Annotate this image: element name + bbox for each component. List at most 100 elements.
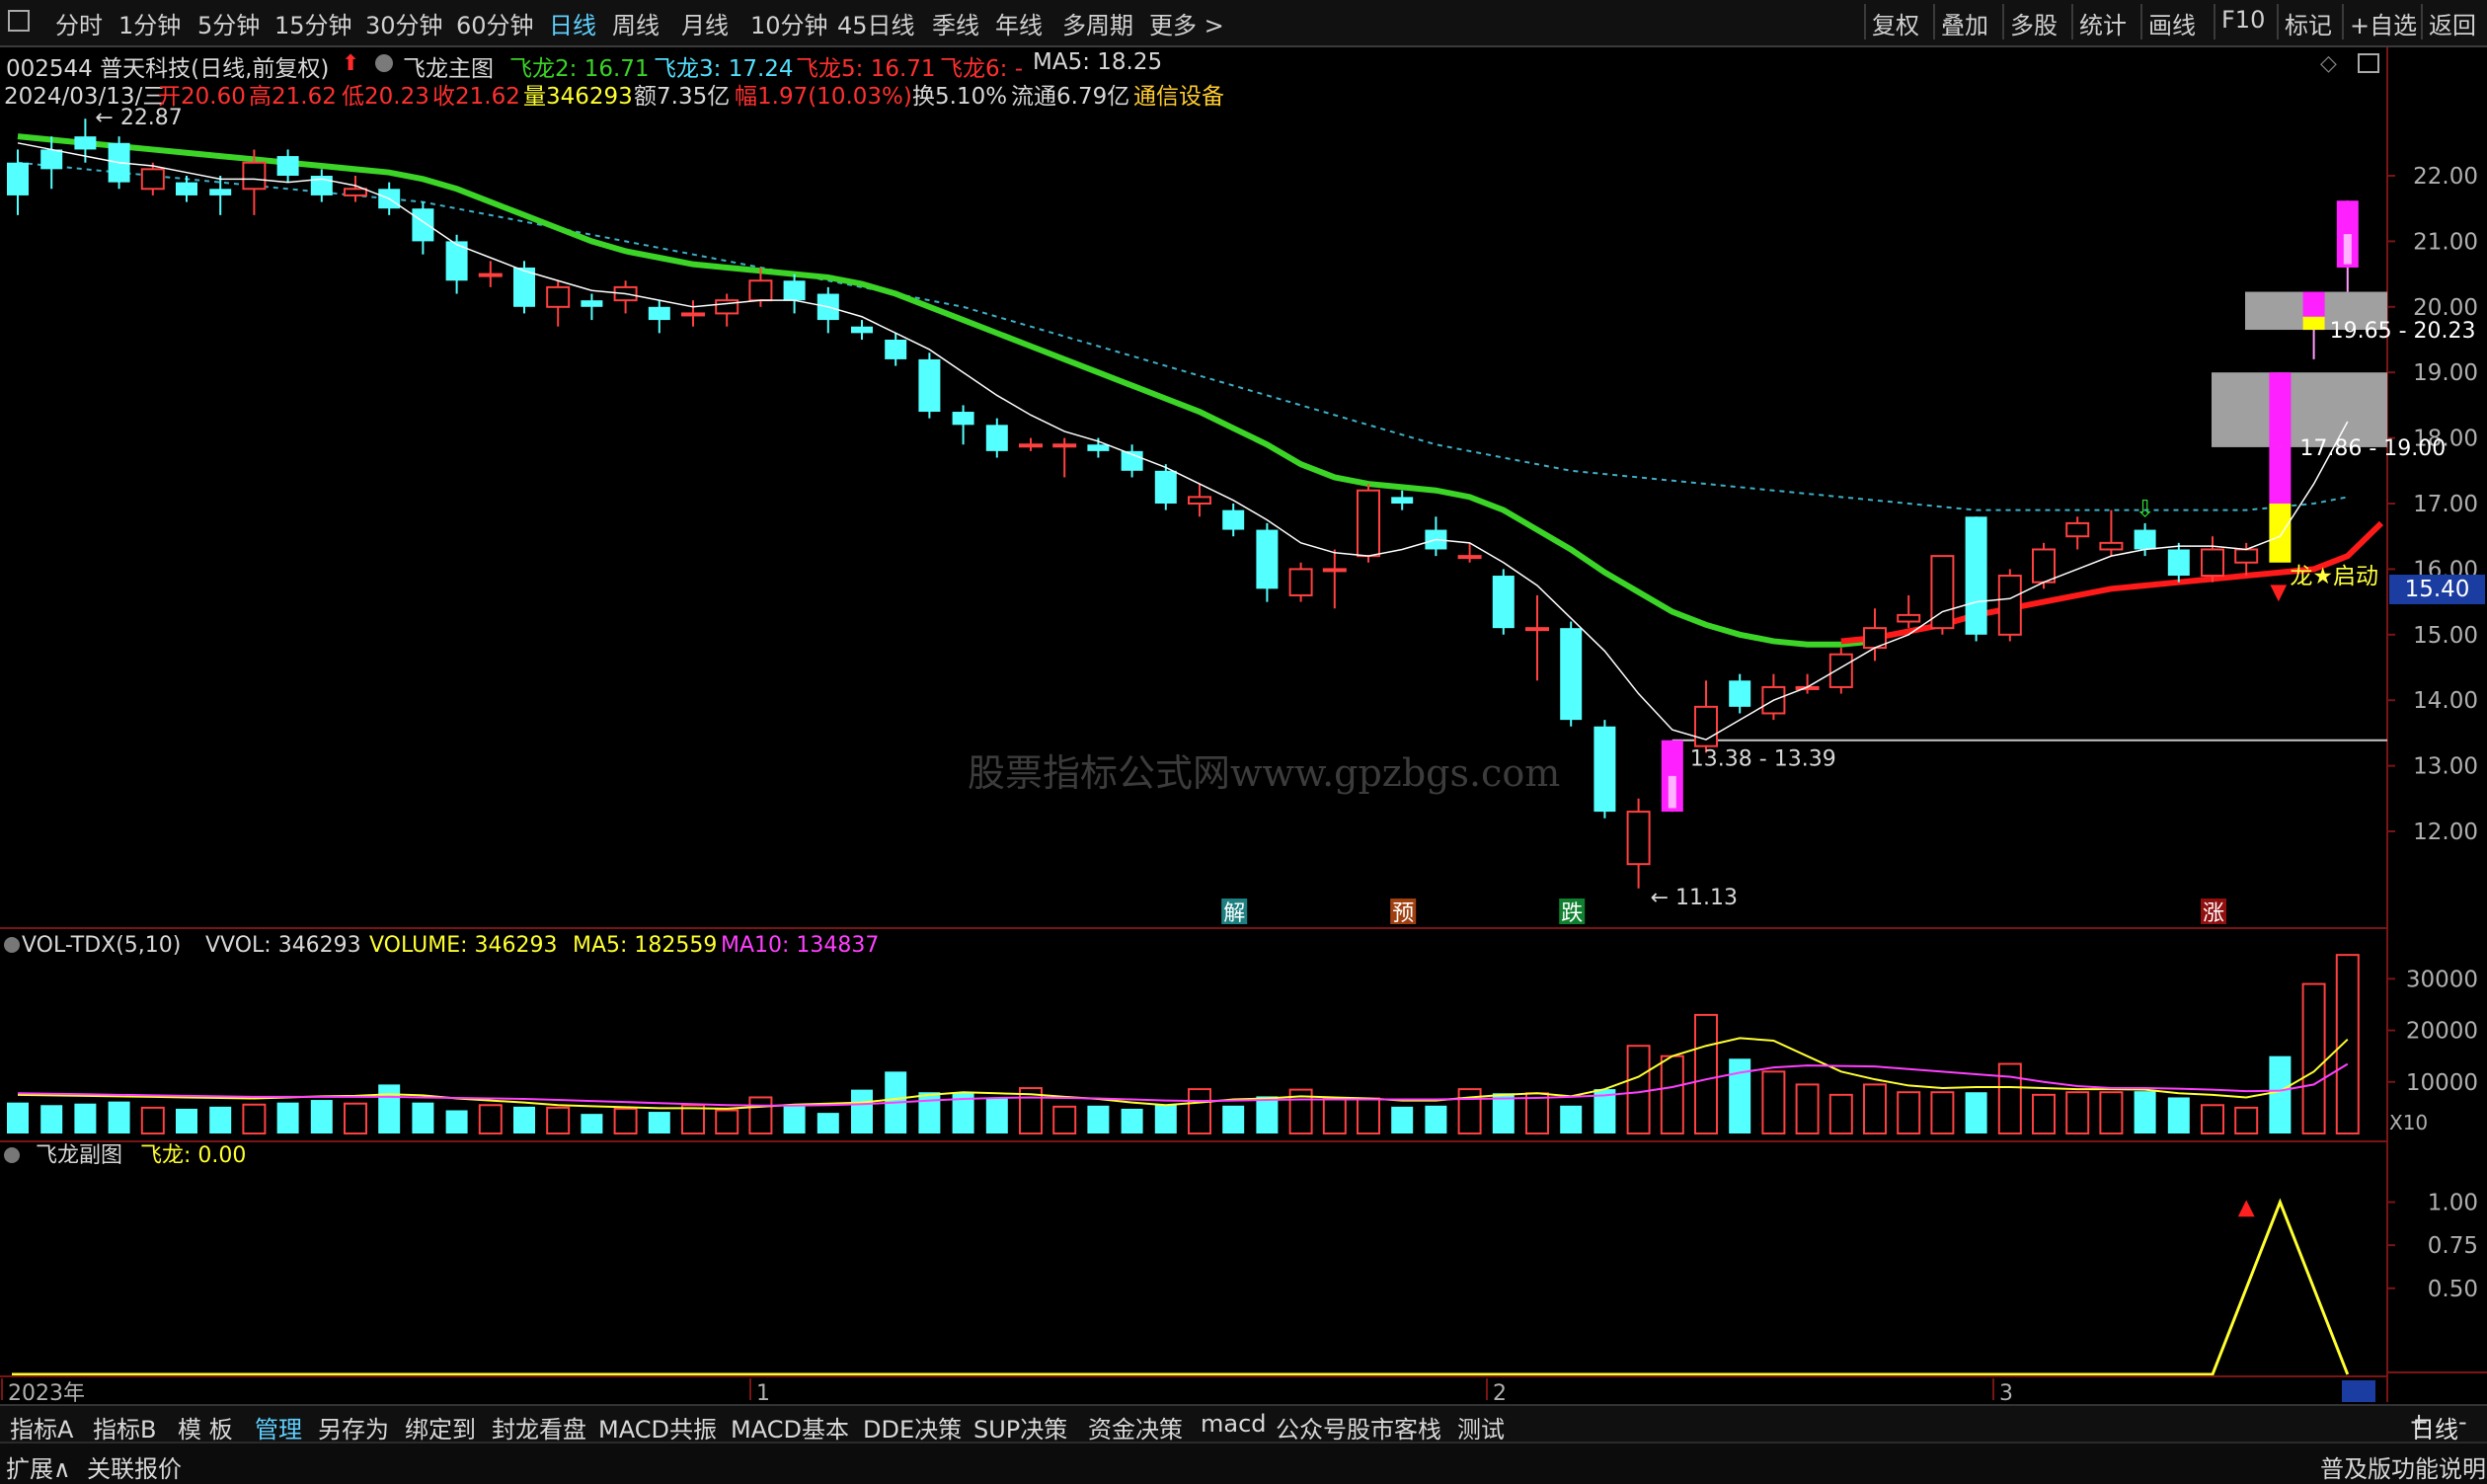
vol-bar-down — [1256, 1096, 1279, 1133]
related-quote-button[interactable]: 关联报价 — [87, 1449, 182, 1484]
candle-up — [2099, 541, 2124, 551]
vol-bar-up — [1322, 1097, 1347, 1135]
indicator-tab-4[interactable]: 另存为 — [318, 1410, 389, 1445]
vol-bar-up — [242, 1103, 267, 1135]
candle-down — [176, 182, 197, 195]
candle-down — [412, 208, 434, 242]
candle-down — [1965, 516, 1987, 635]
indicator-tab-8[interactable]: MACD基本 — [731, 1410, 849, 1445]
vol-bar-up — [2032, 1093, 2056, 1135]
indicator-tab-9[interactable]: DDE决策 — [863, 1410, 962, 1445]
vol-bar-down — [1154, 1104, 1177, 1133]
candle-down — [209, 189, 232, 195]
expand-button[interactable]: 扩展∧ — [6, 1449, 71, 1484]
vol-bar-down — [1391, 1106, 1414, 1133]
y-tick-label: 15.00 — [2413, 623, 2478, 649]
candle-down — [918, 358, 941, 413]
candle-down — [74, 136, 97, 150]
y-tick-label: 13.00 — [2413, 754, 2478, 780]
candle-down — [40, 149, 63, 170]
vol-unit: X10 — [2389, 1111, 2428, 1134]
low-annotation: ← 11.13 — [1651, 886, 1738, 910]
current-price-tag: 15.40 — [2389, 575, 2485, 604]
candle-up — [546, 285, 571, 308]
vol-bar-up — [1863, 1083, 1887, 1135]
candle-down — [985, 425, 1008, 451]
high-annotation: ← 22.87 — [95, 106, 182, 130]
y-tick-label: 19.00 — [2413, 360, 2478, 386]
vol-bar-down — [2269, 1055, 2292, 1133]
candle-down — [276, 156, 299, 176]
indicator-tab-14[interactable]: 测试 — [1457, 1410, 1505, 1445]
vol-bar-down — [74, 1103, 97, 1133]
vol-bar-down — [1222, 1105, 1245, 1133]
indicator-tab-5[interactable]: 绑定到 — [405, 1410, 476, 1445]
candle-down — [1222, 509, 1245, 530]
vol-bar-down — [412, 1102, 434, 1133]
candle-up — [2201, 548, 2224, 578]
candle-up — [748, 279, 773, 302]
sub-tick-label: 1.00 — [2428, 1191, 2478, 1216]
vol-bar-up — [1457, 1088, 1482, 1134]
vol-bar-up — [1525, 1092, 1549, 1135]
status-bar: 扩展∧ 关联报价 普及版功能说明 + - — [0, 1408, 2487, 1484]
indicator-tab-7[interactable]: MACD共振 — [598, 1410, 717, 1445]
vol-bar-down — [7, 1102, 29, 1133]
sub-title: 飞龙副图 — [36, 1143, 122, 1168]
zone-label-1: 13.38 - 13.39 — [1690, 747, 1836, 772]
indicator-tab-10[interactable]: SUP决策 — [973, 1410, 1067, 1445]
candle-down — [1256, 529, 1279, 589]
vol-bar-up — [1694, 1013, 1718, 1135]
candle-up — [681, 312, 705, 317]
candle-up — [1997, 575, 2022, 636]
indicator-tabs-bar: 指标A 指标B 模 板管理 另存为 绑定到 封龙看盘 MACD共振 MACD基本 DDE决策 SU… — [0, 1404, 2487, 1445]
candle-down — [2167, 549, 2190, 577]
indicator-tab-1[interactable]: 指标B — [93, 1410, 156, 1445]
vol-bar-up — [1828, 1093, 1853, 1135]
minus-icon[interactable]: - — [2458, 1408, 2467, 1436]
signal-label: 解 — [1223, 901, 1245, 926]
candle-up — [1019, 443, 1043, 448]
candle-up — [1357, 489, 1380, 558]
indicator-tab-0[interactable]: 指标A — [10, 1410, 73, 1445]
vol-bar-up — [1897, 1091, 1921, 1134]
launch-signal-label: 龙★启动 — [2290, 564, 2378, 589]
vol-bar-down — [2167, 1097, 2190, 1133]
vol-bar-down — [513, 1106, 535, 1133]
x-label: 2023年 — [8, 1381, 85, 1404]
vol-bar-down — [2134, 1091, 2156, 1133]
vol-legend-2: MA5: 182559 — [573, 933, 717, 958]
vol-bar-up — [1357, 1097, 1380, 1135]
vol-bar-down — [310, 1100, 333, 1133]
indicator-tab-6[interactable]: 封龙看盘 — [492, 1410, 586, 1445]
vol-dropdown-icon — [4, 937, 20, 953]
vol-bar-down — [1087, 1105, 1110, 1133]
vol-bar-up — [478, 1104, 503, 1135]
candle-up — [478, 273, 503, 277]
y-tick-label: 17.00 — [2413, 492, 2478, 517]
indicator-tab-2[interactable]: 模 板 — [178, 1410, 233, 1445]
vol-bar-down — [1965, 1092, 1987, 1133]
vol-tick-label: 20000 — [2406, 1019, 2478, 1045]
candle-down — [851, 326, 873, 334]
candle-down — [581, 300, 603, 307]
indicator-tab-3[interactable]: 管理 — [255, 1410, 302, 1445]
scroll-indicator — [2342, 1380, 2375, 1402]
y-tick-label: 22.00 — [2413, 164, 2478, 190]
vol-bar-down — [851, 1089, 873, 1133]
signal-label: 涨 — [2203, 901, 2224, 926]
y-tick-label: 12.00 — [2413, 820, 2478, 845]
indicator-tab-12[interactable]: macd — [1201, 1410, 1267, 1438]
zone-label-3: 19.65 - 20.23 — [2330, 319, 2476, 344]
zone-label-2: 17.86 - 19.00 — [2299, 436, 2446, 461]
candle-down — [7, 162, 29, 195]
edition-info[interactable]: 普及版功能说明 — [2320, 1449, 2486, 1484]
indicator-tab-13[interactable]: 公众号股市客栈 — [1276, 1410, 1441, 1445]
vol-bar-down — [378, 1084, 401, 1133]
vol-legend-0: VVOL: 346293 — [205, 933, 361, 958]
indicator-tab-11[interactable]: 资金决策 — [1088, 1410, 1183, 1445]
candle-up — [2032, 548, 2056, 584]
x-label: 1 — [756, 1381, 770, 1404]
y-tick-label: 21.00 — [2413, 229, 2478, 255]
plus-icon[interactable]: + — [2409, 1408, 2429, 1436]
